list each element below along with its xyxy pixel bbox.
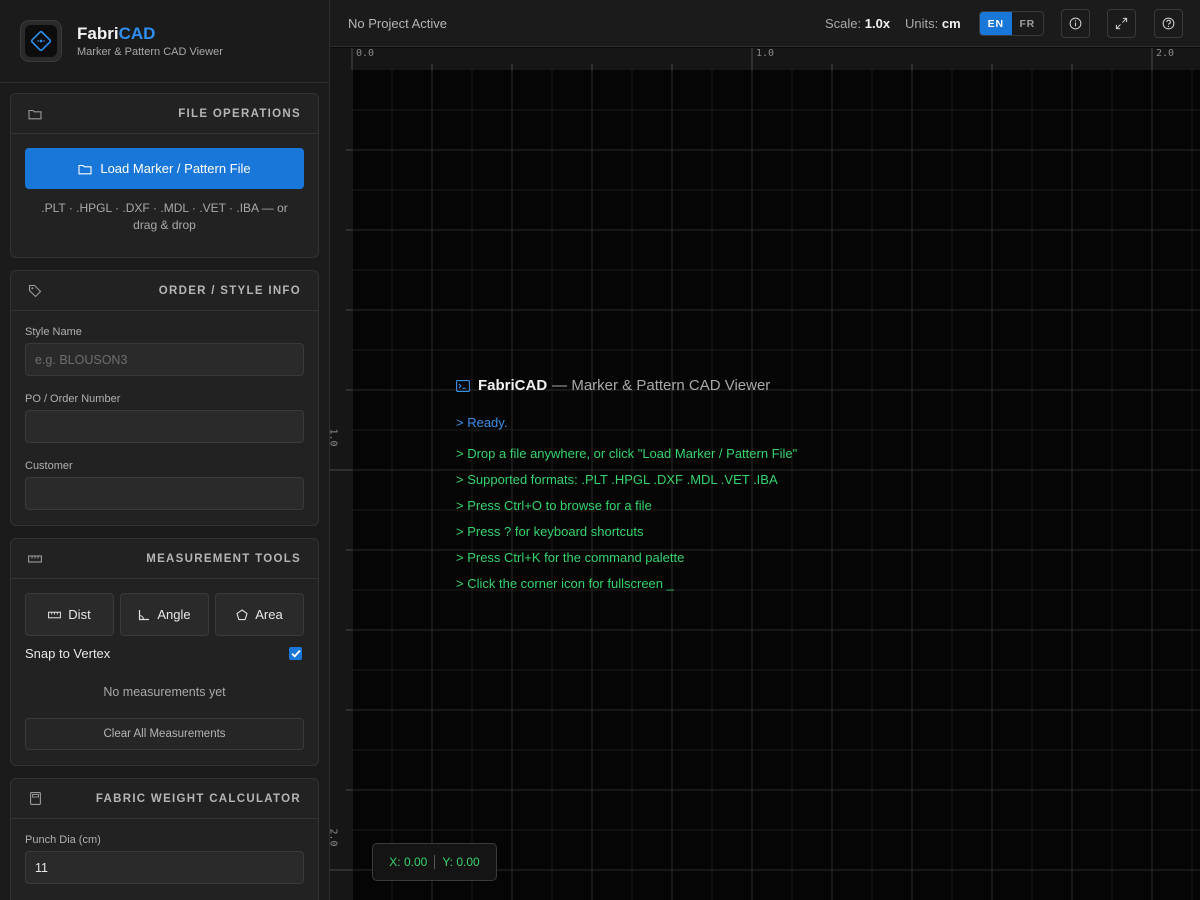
fullscreen-button[interactable]	[1107, 9, 1136, 38]
supported-formats-hint: .PLT · .HPGL · .DXF · .MDL · .VET · .IBA…	[41, 201, 288, 232]
ruler-label: 1.0	[330, 428, 339, 447]
measurement-tools-panel: MEASUREMENT TOOLS Dist Angle Area Snap t…	[10, 538, 319, 766]
panel-title: MEASUREMENT TOOLS	[146, 552, 301, 565]
punch-dia-input[interactable]	[25, 851, 304, 884]
cad-canvas[interactable]: 0.0 1.0 2.0 1.0 2.0 FabriCAD — Marker & …	[330, 48, 1200, 900]
folder-icon	[27, 106, 43, 122]
ruler-label: 2.0	[1156, 48, 1175, 59]
panel-title: ORDER / STYLE INFO	[158, 284, 301, 297]
area-tool-button[interactable]: Area	[215, 593, 304, 636]
terminal-icon	[456, 379, 470, 392]
fabric-weight-panel: FABRIC WEIGHT CALCULATOR Punch Dia (cm)	[10, 778, 319, 900]
console-line: > Drop a file anywhere, or click "Load M…	[456, 446, 798, 461]
console-lines: > Drop a file anywhere, or click "Load M…	[456, 446, 797, 602]
distance-tool-button[interactable]: Dist	[25, 593, 114, 636]
ruler-icon	[48, 611, 62, 619]
app-subtitle: Marker & Pattern CAD Viewer	[77, 46, 223, 58]
ruler-label: 0.0	[356, 48, 375, 59]
console-title: FabriCAD — Marker & Pattern CAD Viewer	[456, 377, 797, 394]
scale-readout: Scale: 1.0x	[825, 15, 891, 31]
brand-header: FabriCAD Marker & Pattern CAD Viewer	[0, 0, 329, 83]
angle-icon	[138, 609, 150, 621]
expand-icon	[1115, 17, 1128, 30]
units-readout: Units: cm	[905, 15, 961, 31]
snap-to-vertex-row: Snap to Vertex	[25, 646, 304, 661]
console-line: > Click the corner icon for fullscreen _	[456, 576, 674, 591]
project-status: No Project Active	[348, 15, 447, 31]
panel-title: FILE OPERATIONS	[178, 107, 301, 120]
panel-header: FILE OPERATIONS	[11, 94, 318, 134]
panel-header: MEASUREMENT TOOLS	[11, 539, 318, 579]
po-number-input[interactable]	[25, 410, 304, 443]
coord-y: Y: 0.00	[442, 855, 480, 869]
welcome-console: FabriCAD — Marker & Pattern CAD Viewer > …	[456, 377, 797, 602]
tag-icon	[27, 283, 43, 299]
console-line: > Press Ctrl+K for the command palette	[456, 550, 685, 565]
language-switcher: EN FR	[979, 11, 1044, 36]
ruler-vertical: 1.0 2.0	[330, 70, 352, 900]
info-button[interactable]	[1061, 9, 1090, 38]
lang-fr-button[interactable]: FR	[1012, 12, 1044, 35]
sidebar: FabriCAD Marker & Pattern CAD Viewer FIL…	[0, 0, 330, 900]
panel-header: ORDER / STYLE INFO	[11, 271, 318, 311]
panel-header: FABRIC WEIGHT CALCULATOR	[11, 779, 318, 819]
customer-input[interactable]	[25, 477, 304, 510]
ruler-label: 2.0	[330, 828, 339, 847]
help-icon	[1162, 17, 1175, 30]
order-info-panel: ORDER / STYLE INFO Style Name PO / Order…	[10, 270, 319, 526]
snap-to-vertex-label: Snap to Vertex	[25, 646, 111, 661]
folder-icon	[78, 163, 92, 175]
punch-dia-label: Punch Dia (cm)	[25, 834, 101, 846]
info-icon	[1069, 17, 1082, 30]
ruler-label: 1.0	[756, 48, 775, 59]
ruler-ticks-vertical	[330, 149, 352, 871]
console-line: > Supported formats: .PLT .HPGL .DXF .MD…	[456, 472, 778, 487]
angle-tool-button[interactable]: Angle	[120, 593, 209, 636]
app-logo	[20, 20, 62, 62]
app-title: FabriCAD	[77, 24, 156, 43]
top-bar: No Project Active Scale: 1.0x Units: cm …	[330, 0, 1200, 47]
logo-icon	[30, 30, 52, 52]
ruler-icon	[27, 551, 43, 567]
po-number-label: PO / Order Number	[25, 393, 121, 405]
style-name-label: Style Name	[25, 326, 82, 338]
help-button[interactable]	[1154, 9, 1183, 38]
console-line: > Press Ctrl+O to browse for a file	[456, 498, 652, 513]
check-icon	[290, 649, 301, 658]
file-operations-panel: FILE OPERATIONS Load Marker / Pattern Fi…	[10, 93, 319, 258]
calculator-icon	[27, 791, 43, 807]
console-line: > Press ? for keyboard shortcuts	[456, 524, 644, 539]
load-file-button[interactable]: Load Marker / Pattern File	[25, 148, 304, 189]
snap-to-vertex-checkbox[interactable]	[289, 647, 302, 660]
style-name-input[interactable]	[25, 343, 304, 376]
clear-measurements-button[interactable]: Clear All Measurements	[25, 718, 304, 750]
divider	[434, 855, 436, 869]
pentagon-icon	[236, 608, 248, 621]
measurements-empty-note: No measurements yet	[103, 685, 226, 699]
panel-title: FABRIC WEIGHT CALCULATOR	[95, 792, 301, 805]
console-ready-line: > Ready.	[456, 415, 508, 430]
cursor-coordinates: X: 0.00 Y: 0.00	[372, 843, 497, 881]
coord-x: X: 0.00	[389, 855, 428, 869]
lang-en-button[interactable]: EN	[980, 12, 1012, 35]
customer-label: Customer	[25, 460, 73, 472]
ruler-horizontal: 0.0 1.0 2.0	[330, 48, 1200, 70]
